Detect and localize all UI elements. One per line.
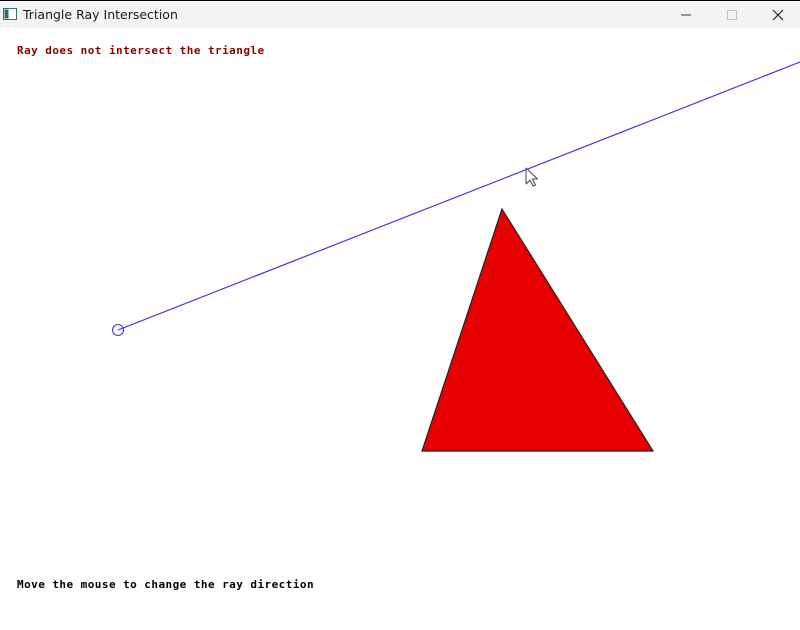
window-title: Triangle Ray Intersection xyxy=(23,7,178,22)
triangle xyxy=(421,207,655,452)
maximize-icon xyxy=(727,10,737,20)
close-icon xyxy=(772,9,784,21)
ray-line xyxy=(117,61,800,331)
minimize-button[interactable] xyxy=(663,1,709,29)
instruction-text: Move the mouse to change the ray directi… xyxy=(17,578,315,591)
minimize-icon xyxy=(681,14,691,16)
app-window: Triangle Ray Intersection Ray does not i… xyxy=(0,0,800,630)
scene-graphics xyxy=(111,61,800,452)
app-icon xyxy=(3,8,17,20)
mouse-cursor-icon xyxy=(525,167,538,187)
maximize-button[interactable] xyxy=(709,1,755,29)
close-button[interactable] xyxy=(755,1,800,29)
title-bar[interactable]: Triangle Ray Intersection xyxy=(0,0,800,28)
drawing-canvas[interactable]: Ray does not intersect the triangle Move… xyxy=(0,28,800,630)
